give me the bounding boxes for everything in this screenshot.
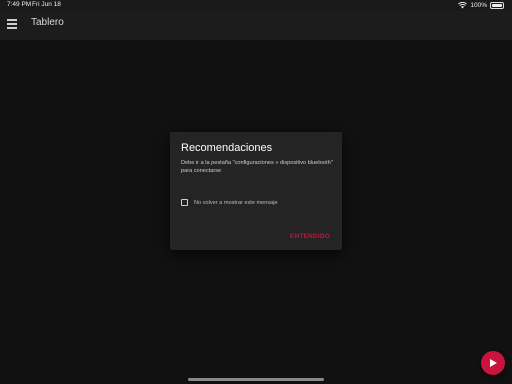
app-bar: Tablero — [0, 11, 512, 40]
wifi-icon — [458, 2, 468, 9]
page-title: Tablero — [31, 17, 64, 28]
battery-icon — [490, 2, 504, 9]
status-indicators: 100% — [458, 1, 504, 10]
home-indicator[interactable] — [188, 378, 324, 381]
dialog-message: Debe ir a la pestaña "configuraciones » … — [181, 160, 333, 174]
recommendations-dialog: Recomendaciones Debe ir a la pestaña "co… — [170, 132, 342, 250]
battery-percent: 100% — [470, 2, 487, 9]
status-bar: 7:49 PM Fri Jun 18 100% — [0, 0, 512, 11]
hamburger-menu-icon[interactable] — [7, 19, 17, 29]
play-button[interactable] — [481, 351, 505, 375]
understood-button[interactable]: ENTENDIDO — [290, 233, 330, 240]
checkbox-label: No volver a mostrar este mensaje — [194, 199, 278, 206]
dont-show-again-option[interactable]: No volver a mostrar este mensaje — [181, 199, 278, 206]
dont-show-again-checkbox[interactable] — [181, 199, 188, 206]
dialog-title: Recomendaciones — [181, 142, 273, 154]
status-date: Fri Jun 18 — [32, 1, 61, 8]
play-icon — [490, 359, 497, 367]
status-time: 7:49 PM — [7, 1, 32, 8]
